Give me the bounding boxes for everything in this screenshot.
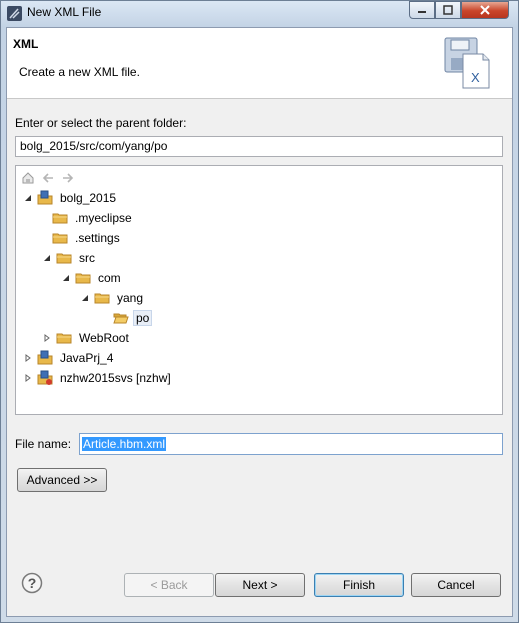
tree-item-label: .settings (75, 231, 120, 245)
parent-folder-input[interactable]: bolg_2015/src/com/yang/po (15, 136, 503, 157)
tree-item-label: .myeclipse (75, 211, 132, 225)
collapsed-twisty-icon[interactable] (22, 352, 34, 364)
title-bar[interactable]: New XML File (1, 1, 518, 27)
project-svn-icon (37, 370, 53, 386)
tree-item-myeclipse[interactable]: .myeclipse (52, 208, 135, 228)
tree-item-label: JavaPrj_4 (60, 351, 114, 365)
help-icon[interactable]: ? (21, 572, 43, 594)
tree-item-label: po (133, 310, 153, 326)
window-title: New XML File (27, 5, 102, 19)
page-title: XML (13, 37, 39, 51)
tree-item-javaprj-4[interactable]: JavaPrj_4 (22, 348, 116, 368)
tree-item-settings[interactable]: .settings (52, 228, 123, 248)
project-icon (37, 190, 53, 206)
tree-item-bolg-2015[interactable]: bolg_2015 (22, 188, 119, 208)
back-button[interactable]: < Back (124, 573, 214, 597)
project-icon (37, 350, 53, 366)
collapsed-twisty-icon[interactable] (41, 332, 53, 344)
tree-item-nzhw2015svs[interactable]: nzhw2015svs [nzhw] (22, 368, 174, 388)
expanded-twisty-icon[interactable] (41, 252, 53, 264)
parent-folder-label: Enter or select the parent folder: (15, 116, 187, 130)
arrow-left-icon (42, 173, 53, 183)
maximize-icon (443, 5, 453, 15)
minimize-button[interactable] (409, 1, 435, 19)
folder-icon (52, 210, 68, 226)
close-button[interactable] (461, 1, 509, 19)
dialog-window: New XML File XML Create a new XML file. … (0, 0, 519, 623)
close-icon (480, 5, 490, 15)
svg-text:?: ? (28, 575, 37, 591)
file-name-input[interactable]: Article.hbm.xml (79, 433, 503, 455)
home-icon (22, 172, 34, 184)
page-description: Create a new XML file. (19, 65, 140, 79)
back-nav-button[interactable] (40, 170, 56, 186)
finish-button[interactable]: Finish (314, 573, 404, 597)
folder-tree[interactable]: bolg_2015 .myeclipse .settings src com y… (15, 165, 503, 415)
eclipse-app-icon (7, 6, 22, 21)
next-button[interactable]: Next > (215, 573, 305, 597)
svg-text:X: X (471, 70, 480, 85)
advanced-button[interactable]: Advanced >> (17, 468, 107, 492)
file-name-label: File name: (15, 437, 72, 451)
tree-item-src[interactable]: src (41, 248, 98, 268)
collapsed-twisty-icon[interactable] (22, 372, 34, 384)
expanded-twisty-icon[interactable] (60, 272, 72, 284)
folder-icon (52, 230, 68, 246)
tree-item-label: bolg_2015 (60, 191, 117, 205)
folder-open-icon (113, 310, 129, 326)
cancel-button[interactable]: Cancel (411, 573, 501, 597)
tree-item-label: com (98, 271, 121, 285)
maximize-button[interactable] (435, 1, 461, 19)
xml-file-wizard-icon: X (444, 37, 490, 89)
dialog-client-area: XML Create a new XML file. X Enter or se… (6, 27, 513, 617)
tree-item-label: src (79, 251, 95, 265)
tree-toolbar (20, 170, 76, 186)
folder-icon (56, 250, 72, 266)
tree-item-po[interactable]: po (113, 308, 153, 328)
tree-item-com[interactable]: com (60, 268, 124, 288)
wizard-header: XML Create a new XML file. X (7, 28, 512, 99)
tree-item-yang[interactable]: yang (79, 288, 146, 308)
folder-icon (56, 330, 72, 346)
tree-item-label: yang (117, 291, 144, 305)
forward-nav-button[interactable] (60, 170, 76, 186)
tree-item-label: WebRoot (79, 331, 129, 345)
tree-item-webroot[interactable]: WebRoot (41, 328, 132, 348)
expanded-twisty-icon[interactable] (22, 192, 34, 204)
expanded-twisty-icon[interactable] (79, 292, 91, 304)
minimize-icon (418, 11, 426, 13)
arrow-right-icon (63, 173, 74, 183)
tree-item-label: nzhw2015svs [nzhw] (60, 371, 171, 385)
folder-icon (94, 290, 110, 306)
folder-icon (75, 270, 91, 286)
home-button[interactable] (20, 170, 36, 186)
file-name-value: Article.hbm.xml (82, 437, 167, 451)
